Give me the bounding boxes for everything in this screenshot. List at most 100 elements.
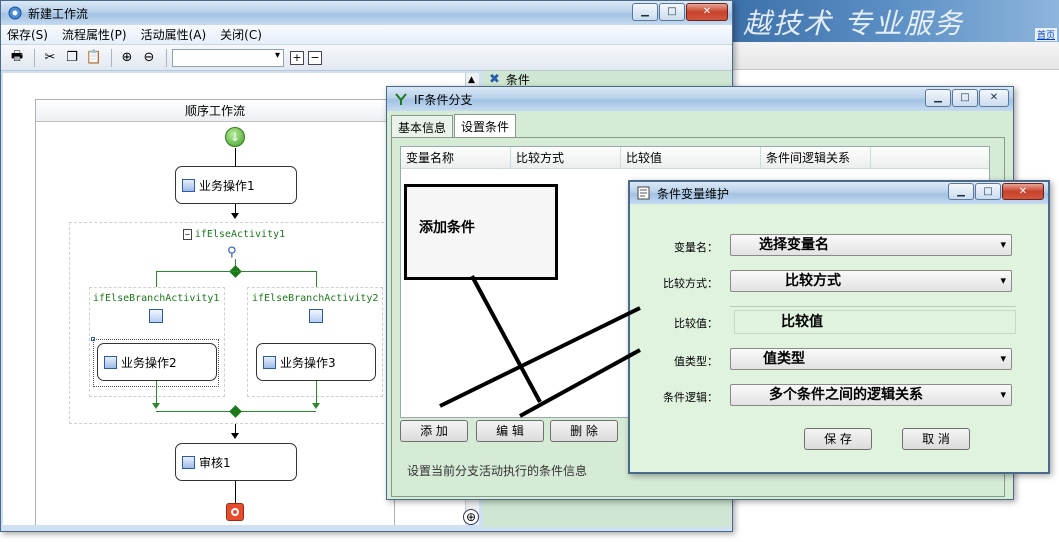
row-value-type: 值类型： 值类型 (630, 348, 1048, 372)
toolbar-separator (111, 48, 112, 67)
menu-close[interactable]: 关闭(C) (220, 26, 262, 43)
row-compare-value: 比较值： 比较值 (630, 310, 1048, 334)
variable-name-select[interactable]: 选择变量名 (730, 234, 1012, 256)
menu-activity-props[interactable]: 活动属性(A) (141, 26, 207, 43)
if-dialog-title: IF条件分支 (414, 92, 473, 107)
main-titlebar[interactable]: 新建工作流 ▁ □ ✕ (1, 1, 732, 25)
ifelse-name: ifElseActivity1 (194, 229, 286, 240)
close-button[interactable]: ✕ (1002, 183, 1044, 200)
close-button[interactable]: ✕ (686, 3, 728, 21)
close-button[interactable]: ✕ (979, 89, 1009, 107)
toolbar-separator (166, 48, 167, 67)
activity-review-1[interactable]: 审核1 (175, 443, 297, 481)
zoom-in-icon[interactable]: ⊕ (117, 48, 137, 68)
collapse-icon[interactable]: − (308, 50, 322, 65)
activity-icon (182, 178, 195, 192)
grid-header: 变量名称 比较方式 比较值 条件间逻辑关系 (401, 147, 989, 169)
paste-icon[interactable]: 📋 (84, 48, 104, 68)
banner-slogan: 越技术 专业服务 (743, 7, 964, 40)
background-banner: 越技术 专业服务 首页 (725, 0, 1059, 42)
label-variable-name: 变量名： (674, 241, 718, 254)
stop-icon (226, 503, 244, 521)
branch-1-label: ifElseBranchActivity1 (93, 293, 220, 304)
branch-2-label: ifElseBranchActivity2 (252, 293, 379, 304)
label-value-type: 值类型： (674, 355, 718, 368)
connector-arrow (152, 403, 160, 409)
row-compare-mode: 比较方式： 比较方式 (630, 270, 1048, 294)
activity-icon (182, 455, 195, 469)
branch-icon: ⚲ (227, 245, 237, 260)
activity-business-op-2[interactable]: 业务操作2 (97, 343, 217, 381)
connector-arrow (312, 403, 320, 409)
connector-line (316, 271, 317, 287)
sequential-workflow-header: 顺序工作流 (36, 100, 394, 122)
zoom-icon[interactable]: ⊕ (463, 509, 479, 525)
if-dialog-titlebar[interactable]: IF条件分支 ▁ □ ✕ (387, 87, 1013, 111)
background-strip (725, 42, 1059, 70)
column-variable-name[interactable]: 变量名称 (401, 147, 511, 168)
compare-mode-select[interactable]: 比较方式 (730, 270, 1012, 292)
activity-business-op-3[interactable]: 业务操作3 (256, 343, 376, 381)
column-compare-mode[interactable]: 比较方式 (511, 147, 621, 168)
maximize-button[interactable]: □ (659, 3, 685, 21)
var-dialog-titlebar[interactable]: 条件变量维护 ▁ □ ✕ (630, 182, 1048, 204)
value-type-select[interactable]: 值类型 (730, 348, 1012, 370)
var-dialog-title: 条件变量维护 (657, 186, 730, 201)
connector-line (235, 481, 236, 503)
cancel-button[interactable]: 取 消 (902, 428, 970, 450)
ifelse-label: − ifElseActivity1 (183, 229, 285, 240)
label-condition-logic: 条件逻辑： (663, 391, 718, 404)
connector-line (156, 271, 157, 287)
delete-button[interactable]: 删 除 (550, 420, 618, 442)
minimize-button[interactable]: ▁ (925, 89, 951, 107)
status-text: 设置当前分支活动执行的条件信息 (407, 464, 588, 478)
branch-2-icon (309, 309, 323, 323)
add-button[interactable]: 添 加 (400, 420, 468, 442)
form-icon (637, 186, 650, 200)
annotation-callout: 添加条件 (404, 184, 558, 280)
activity-label: 业务操作2 (121, 355, 177, 370)
activity-business-op-1[interactable]: 业务操作1 (175, 166, 297, 204)
row-variable-name: 变量名： 选择变量名 (630, 234, 1048, 258)
collapse-icon[interactable]: − (183, 229, 192, 240)
toolbar: 🖶 ✂ ❐ 📋 ⊕ ⊖ + − (1, 45, 732, 71)
condition-variable-dialog: 条件变量维护 ▁ □ ✕ 变量名： 选择变量名 比较方式： 比较方式 比较值： … (628, 180, 1050, 474)
label-compare-value: 比较值： (674, 317, 718, 330)
zoom-combo[interactable] (172, 48, 284, 67)
condition-logic-select[interactable]: 多个条件之间的逻辑关系 (730, 384, 1012, 406)
main-title: 新建工作流 (28, 6, 89, 21)
menu-bar: 保存(S) 流程属性(P) 活动属性(A) 关闭(C) (1, 25, 732, 45)
activity-label: 业务操作1 (199, 178, 255, 193)
maximize-button[interactable]: □ (952, 89, 978, 107)
menu-save[interactable]: 保存(S) (7, 26, 48, 43)
condition-icon: ✖ (489, 72, 500, 87)
save-button[interactable]: 保 存 (804, 428, 872, 450)
toolbar-separator (34, 48, 35, 67)
maximize-button[interactable]: □ (975, 183, 1001, 200)
branch-split-line (156, 271, 316, 272)
activity-label: 审核1 (199, 455, 231, 470)
compare-value-input[interactable]: 比较值 (734, 310, 1016, 334)
menu-process-props[interactable]: 流程属性(P) (62, 26, 127, 43)
expand-icon[interactable]: + (290, 50, 304, 65)
banner-link[interactable]: 首页 (1034, 28, 1057, 41)
app-icon (8, 6, 22, 20)
minimize-button[interactable]: ▁ (948, 183, 974, 200)
connector-arrow (231, 213, 239, 219)
row-condition-logic: 条件逻辑： 多个条件之间的逻辑关系 (630, 384, 1048, 408)
print-icon[interactable]: 🖶 (7, 48, 27, 68)
activity-icon (263, 355, 276, 369)
label-compare-mode: 比较方式： (663, 277, 718, 290)
activity-label: 业务操作3 (280, 355, 336, 370)
cut-icon[interactable]: ✂ (40, 48, 60, 68)
connector-arrow (231, 433, 239, 439)
copy-icon[interactable]: ❐ (62, 48, 82, 68)
column-compare-value[interactable]: 比较值 (621, 147, 761, 168)
edit-button[interactable]: 编 辑 (476, 420, 544, 442)
minimize-button[interactable]: ▁ (632, 3, 658, 21)
separator (730, 306, 1016, 307)
zoom-out-icon[interactable]: ⊖ (139, 48, 159, 68)
scroll-up-icon[interactable]: ▲ (468, 75, 475, 85)
branch-icon (395, 93, 407, 105)
column-logic-relation[interactable]: 条件间逻辑关系 (761, 147, 871, 168)
